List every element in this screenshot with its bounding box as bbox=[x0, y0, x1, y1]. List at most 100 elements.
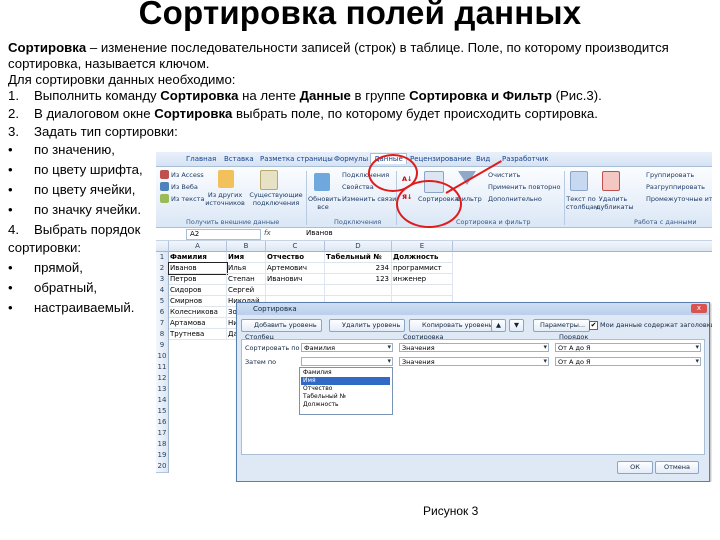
remove-duplicates-icon bbox=[602, 171, 620, 191]
table-cell[interactable]: Трутнева bbox=[169, 329, 227, 340]
table-cell[interactable] bbox=[325, 285, 392, 296]
delete-level-button[interactable]: Удалить уровень bbox=[329, 319, 406, 332]
from-web-button[interactable]: Из Веба bbox=[171, 183, 198, 191]
step-1: 1. Выполнить команду Сортировка на ленте … bbox=[8, 88, 602, 104]
table-cell[interactable] bbox=[266, 285, 325, 296]
tab-formulas[interactable]: Формулы bbox=[334, 155, 368, 163]
clear-button[interactable]: Очистить bbox=[488, 171, 520, 179]
select-all-corner[interactable] bbox=[156, 241, 169, 252]
column-dropdown-list[interactable]: Фамилия Имя Отчество Табельный № Должнос… bbox=[299, 367, 393, 415]
then-sort-on-select[interactable]: Значения bbox=[399, 357, 549, 366]
column-header[interactable]: C bbox=[266, 241, 325, 252]
ok-button[interactable]: ОК bbox=[617, 461, 653, 474]
table-cell[interactable]: инженер bbox=[392, 274, 453, 285]
step-4: 4. Выбрать порядок bbox=[8, 222, 140, 238]
table-cell[interactable]: Иванович bbox=[266, 274, 325, 285]
table-cell[interactable]: Сергей bbox=[227, 285, 266, 296]
reapply-button[interactable]: Применить повторно bbox=[488, 183, 560, 191]
subtotal-button[interactable]: Промежуточные итоги bbox=[646, 195, 712, 203]
access-icon bbox=[160, 170, 169, 179]
tab-developer[interactable]: Разработчик bbox=[502, 155, 549, 163]
tab-insert[interactable]: Вставка bbox=[224, 155, 254, 163]
column-header[interactable]: A bbox=[169, 241, 227, 252]
remove-duplicates-button[interactable]: Удалить дубликаты bbox=[596, 195, 634, 211]
table-cell[interactable]: Сидоров bbox=[169, 285, 227, 296]
dropdown-option[interactable]: Отчество bbox=[301, 385, 390, 393]
table-header-cell[interactable]: Должность bbox=[392, 252, 453, 263]
ungroup-button[interactable]: Разгруппировать bbox=[646, 183, 705, 191]
advanced-button[interactable]: Дополнительно bbox=[488, 195, 542, 203]
group-button[interactable]: Группировать bbox=[646, 171, 694, 179]
table-cell[interactable]: Степан bbox=[227, 274, 266, 285]
bullet-icon: • bbox=[8, 142, 13, 157]
other-sources-button[interactable]: Из других источников bbox=[200, 191, 250, 207]
close-icon[interactable]: x bbox=[691, 304, 707, 313]
existing-connections-icon bbox=[260, 170, 278, 190]
existing-connections-button[interactable]: Существующие подключения bbox=[248, 191, 304, 207]
move-down-button[interactable]: ▼ bbox=[509, 319, 524, 332]
tab-page-layout[interactable]: Разметка страницы bbox=[260, 155, 333, 163]
copy-level-button[interactable]: Копировать уровень bbox=[409, 319, 498, 332]
step-2: 2. В диалоговом окне Сортировка выбрать п… bbox=[8, 106, 598, 122]
text-to-columns-button[interactable]: Текст по столбцам bbox=[566, 195, 599, 211]
dropdown-option[interactable]: Табельный № bbox=[301, 393, 390, 401]
properties-button[interactable]: Свойства bbox=[342, 183, 374, 191]
sort-on-select[interactable]: Значения bbox=[399, 343, 549, 352]
intro-definition: – изменение последовательности записей (… bbox=[8, 40, 669, 71]
table-cell[interactable]: Артамова bbox=[169, 318, 227, 329]
table-cell[interactable]: программист bbox=[392, 263, 453, 274]
table-header-cell[interactable]: Фамилия bbox=[169, 252, 227, 263]
then-order-select[interactable]: От А до Я bbox=[555, 357, 701, 366]
row-header[interactable]: 20 bbox=[156, 461, 169, 473]
name-box[interactable]: A2 bbox=[186, 229, 261, 240]
ribbon-tab-bar: Главная Вставка Разметка страницы Формул… bbox=[156, 152, 712, 167]
order-select[interactable]: От А до Я bbox=[555, 343, 701, 352]
column-header[interactable]: B bbox=[227, 241, 266, 252]
refresh-icon bbox=[314, 173, 330, 191]
sort-type-item: • по цвету ячейки, bbox=[8, 182, 135, 198]
table-header-cell[interactable]: Табельный № bbox=[325, 252, 392, 263]
table-cell[interactable]: 234 bbox=[325, 263, 392, 274]
then-by-column-select[interactable] bbox=[301, 357, 393, 366]
bullet-icon: • bbox=[8, 202, 13, 217]
tab-view[interactable]: Вид bbox=[476, 155, 490, 163]
then-by-label: Затем по bbox=[245, 358, 277, 366]
group-data-tools-label: Работа с данными bbox=[634, 218, 697, 226]
step-1-bold-group: Сортировка и Фильтр bbox=[409, 88, 552, 103]
table-header-cell[interactable]: Отчество bbox=[266, 252, 325, 263]
table-cell[interactable]: Петров bbox=[169, 274, 227, 285]
options-button[interactable]: Параметры... bbox=[533, 319, 591, 332]
tab-home[interactable]: Главная bbox=[186, 155, 216, 163]
refresh-all-button[interactable]: Обновить все bbox=[308, 195, 341, 211]
dropdown-option-selected[interactable]: Имя bbox=[301, 377, 390, 385]
table-header-cell[interactable]: Имя bbox=[227, 252, 266, 263]
group-separator bbox=[306, 171, 307, 225]
headers-checkbox[interactable]: ✔ bbox=[589, 321, 598, 330]
table-cell[interactable]: Смирнов bbox=[169, 296, 227, 307]
sort-type-label: по значку ячейки. bbox=[34, 202, 142, 217]
figure-caption: Рисунок 3 bbox=[423, 504, 479, 518]
sort-dialog[interactable]: Сортировка x Добавить уровень Удалить ур… bbox=[236, 302, 712, 482]
table-cell[interactable]: Колесникова bbox=[169, 307, 227, 318]
from-access-button[interactable]: Из Access bbox=[171, 171, 204, 179]
column-header[interactable]: E bbox=[392, 241, 453, 252]
cancel-button[interactable]: Отмена bbox=[655, 461, 699, 474]
table-cell[interactable] bbox=[392, 285, 453, 296]
column-header[interactable]: D bbox=[325, 241, 392, 252]
formula-input[interactable]: Иванов bbox=[306, 229, 333, 237]
move-up-button[interactable]: ▲ bbox=[491, 319, 506, 332]
step-1-text-e: (Рис.3). bbox=[551, 88, 602, 103]
table-cell[interactable]: Иванов bbox=[168, 262, 228, 275]
step-3-number: 3. bbox=[8, 124, 19, 139]
edit-links-button[interactable]: Изменить связи bbox=[342, 195, 396, 203]
tab-review[interactable]: Рецензирование bbox=[410, 155, 471, 163]
table-cell[interactable]: Артемович bbox=[266, 263, 325, 274]
table-cell[interactable]: Илья bbox=[227, 263, 266, 274]
dropdown-option[interactable]: Фамилия bbox=[301, 369, 390, 377]
sort-type-label: по цвету шрифта, bbox=[34, 162, 143, 177]
dropdown-option[interactable]: Должность bbox=[301, 401, 390, 409]
sort-by-column-select[interactable]: Фамилия bbox=[301, 343, 393, 352]
table-cell[interactable]: 123 bbox=[325, 274, 392, 285]
add-level-button[interactable]: Добавить уровень bbox=[241, 319, 322, 332]
step-4-text: Выбрать порядок bbox=[34, 222, 141, 237]
